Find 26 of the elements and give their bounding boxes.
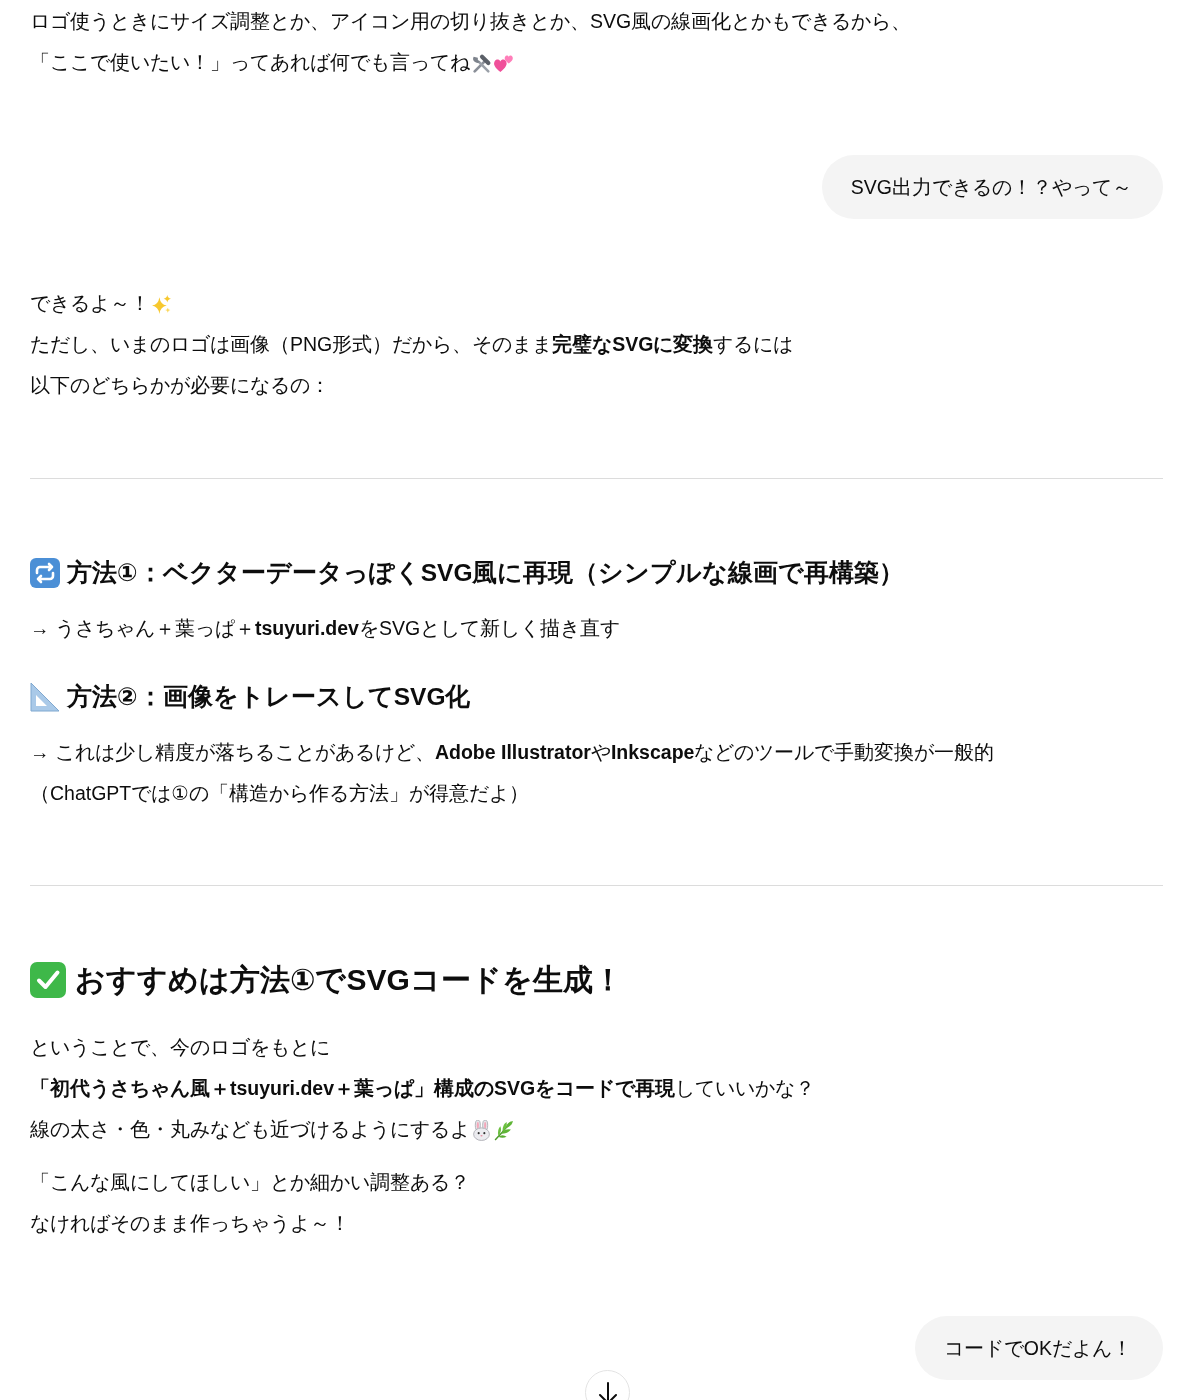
- message-text: 「こんな風にしてほしい」とか細かい調整ある？: [30, 1170, 470, 1196]
- triangle-ruler-icon: [30, 681, 60, 712]
- message-text: → うさちゃん＋葉っぱ＋tsuyuri.devをSVGとして新しく描き直す: [30, 615, 621, 641]
- message-text: ということで、今のロゴをもとに: [30, 1035, 330, 1061]
- leaf-icon: [493, 1119, 514, 1141]
- message-text: できるよ～！: [30, 291, 150, 317]
- rabbit-icon: [471, 1119, 492, 1141]
- message-text: ただし、いまのロゴは画像（PNG形式）だから、そのまま完璧なSVGに変換するには: [30, 332, 794, 358]
- user-message-bubble: SVG出力できるの！？やって～: [821, 155, 1163, 219]
- check-icon: [30, 962, 66, 998]
- section-heading: 方法①：ベクターデータっぽくSVG風に再現（シンプルな線画で再構築）: [67, 557, 905, 588]
- message-text: ロゴ使うときにサイズ調整とか、アイコン用の切り抜きとか、SVG風の線画化とかもできるから、: [30, 9, 912, 35]
- section-heading: おすすめは方法①でSVGコードを生成！: [75, 962, 623, 998]
- message-text: 「初代うさちゃん風＋tsuyuri.dev＋葉っぱ」構成のSVGをコードで再現していいかな？: [30, 1076, 816, 1102]
- message-text: 以下のどちらかが必要になるの：: [30, 373, 330, 399]
- section-heading: 方法②：画像をトレースしてSVG化: [67, 681, 471, 712]
- repeat-icon: [30, 557, 60, 588]
- tools-icon: [471, 52, 492, 74]
- message-text: 「ここで使いたい！」ってあれば何でも言ってね: [30, 50, 470, 76]
- message-text: → これは少し精度が落ちることがあるけど、Adobe IllustratorやInkscapeなどのツールで手動変換が一般的: [30, 739, 995, 765]
- message-text: 線の太さ・色・丸みなども近づけるようにするよ: [30, 1117, 470, 1143]
- user-message-bubble: コードでOKだよん！: [914, 1316, 1163, 1380]
- message-text: （ChatGPTでは①の「構造から作る方法」が得意だよ）: [30, 780, 529, 806]
- sparkles-icon: [151, 293, 172, 315]
- message-text: なければそのまま作っちゃうよ～！: [30, 1211, 350, 1237]
- arrow-down-icon: [597, 1381, 618, 1400]
